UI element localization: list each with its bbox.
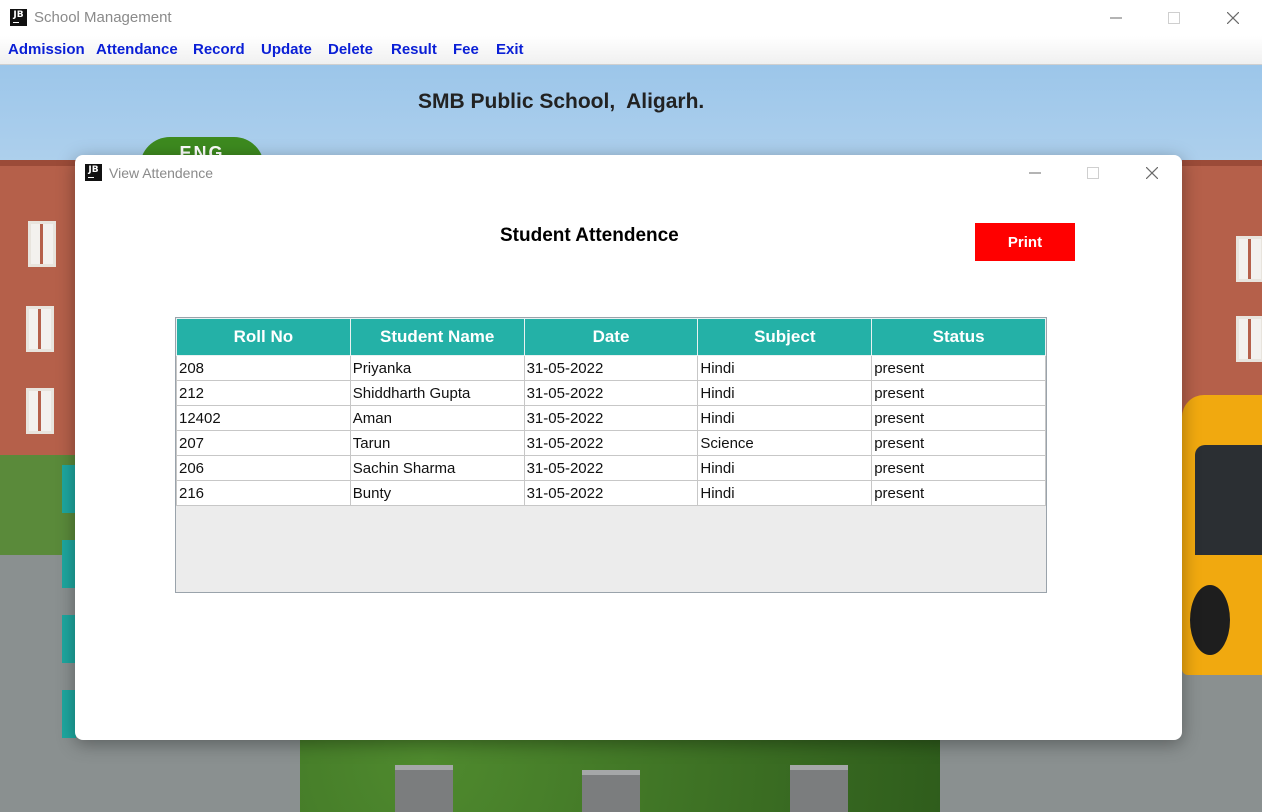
dialog-close-button[interactable] [1129, 158, 1175, 188]
cell-roll-no[interactable]: 212 [176, 380, 351, 406]
menu-fee[interactable]: Fee [453, 41, 479, 58]
minimize-button[interactable] [1093, 3, 1139, 33]
column-header-date[interactable]: Date [523, 318, 699, 356]
school-building-left [0, 160, 80, 466]
table-row[interactable]: 208 Priyanka 31-05-2022 Hindi present [176, 355, 1046, 381]
table-row[interactable]: 212 Shiddharth Gupta 31-05-2022 Hindi pr… [176, 380, 1046, 406]
cell-student-name[interactable]: Priyanka [349, 355, 525, 381]
maximize-icon [1168, 12, 1180, 24]
minimize-icon [1029, 172, 1041, 174]
bus-window [1195, 445, 1262, 555]
school-name-heading: SMB Public School, Aligarh. [418, 90, 705, 113]
cell-roll-no[interactable]: 206 [176, 455, 351, 481]
ground-light [790, 765, 848, 812]
cell-subject[interactable]: Hindi [697, 355, 873, 381]
attendance-table-panel[interactable]: Roll No Student Name Date Subject Status… [175, 317, 1047, 593]
bus-wheel [1190, 585, 1230, 655]
cell-status[interactable]: present [871, 430, 1046, 456]
cell-student-name[interactable]: Tarun [349, 430, 525, 456]
attendance-heading: Student Attendence [500, 225, 679, 246]
table-row[interactable]: 216 Bunty 31-05-2022 Hindi present [176, 480, 1046, 506]
attendance-table: Roll No Student Name Date Subject Status… [176, 318, 1046, 506]
table-row[interactable]: 206 Sachin Sharma 31-05-2022 Hindi prese… [176, 455, 1046, 481]
cell-date[interactable]: 31-05-2022 [523, 480, 699, 506]
column-header-student-name[interactable]: Student Name [349, 318, 525, 356]
cell-date[interactable]: 31-05-2022 [523, 405, 699, 431]
cell-date[interactable]: 31-05-2022 [523, 355, 699, 381]
side-button-4[interactable] [62, 690, 76, 738]
cell-status[interactable]: present [871, 405, 1046, 431]
menu-exit[interactable]: Exit [496, 41, 524, 58]
cell-roll-no[interactable]: 208 [176, 355, 351, 381]
menu-update[interactable]: Update [261, 41, 312, 58]
column-header-roll-no[interactable]: Roll No [176, 318, 351, 356]
cell-roll-no[interactable]: 12402 [176, 405, 351, 431]
side-button-2[interactable] [62, 540, 76, 588]
cell-subject[interactable]: Science [697, 430, 873, 456]
print-button[interactable]: Print [975, 223, 1075, 261]
table-row[interactable]: 207 Tarun 31-05-2022 Science present [176, 430, 1046, 456]
app-icon: JB [10, 9, 27, 26]
maximize-icon [1087, 167, 1099, 179]
dialog-minimize-button[interactable] [1012, 158, 1058, 188]
cell-status[interactable]: present [871, 380, 1046, 406]
cell-subject[interactable]: Hindi [697, 380, 873, 406]
side-button-1[interactable] [62, 465, 76, 513]
menu-record[interactable]: Record [193, 41, 245, 58]
cell-student-name[interactable]: Bunty [349, 480, 525, 506]
cell-student-name[interactable]: Shiddharth Gupta [349, 380, 525, 406]
ground-light [582, 770, 640, 812]
menu-admission[interactable]: Admission [8, 41, 85, 58]
cell-status[interactable]: present [871, 455, 1046, 481]
cell-student-name[interactable]: Sachin Sharma [349, 455, 525, 481]
close-icon [1146, 167, 1158, 179]
dialog-title: View Attendence [109, 165, 214, 181]
cell-subject[interactable]: Hindi [697, 455, 873, 481]
main-window-title: School Management [34, 9, 172, 26]
table-header-row: Roll No Student Name Date Subject Status [176, 318, 1046, 356]
side-button-3[interactable] [62, 615, 76, 663]
cell-student-name[interactable]: Aman [349, 405, 525, 431]
cell-status[interactable]: present [871, 355, 1046, 381]
maximize-button[interactable] [1151, 3, 1197, 33]
table-row[interactable]: 12402 Aman 31-05-2022 Hindi present [176, 405, 1046, 431]
ground-light [395, 765, 453, 812]
menu-result[interactable]: Result [391, 41, 437, 58]
cell-date[interactable]: 31-05-2022 [523, 455, 699, 481]
main-title-bar[interactable]: JB School Management [0, 0, 1262, 36]
cell-roll-no[interactable]: 207 [176, 430, 351, 456]
cell-subject[interactable]: Hindi [697, 405, 873, 431]
minimize-icon [1110, 17, 1122, 19]
menu-attendance[interactable]: Attendance [96, 41, 178, 58]
menu-bar: Admission Attendance Record Update Delet… [0, 36, 1262, 65]
cell-roll-no[interactable]: 216 [176, 480, 351, 506]
close-icon [1227, 12, 1239, 24]
menu-delete[interactable]: Delete [328, 41, 373, 58]
close-button[interactable] [1210, 3, 1256, 33]
cell-status[interactable]: present [871, 480, 1046, 506]
dialog-app-icon: JB [85, 164, 102, 181]
cell-date[interactable]: 31-05-2022 [523, 430, 699, 456]
cell-subject[interactable]: Hindi [697, 480, 873, 506]
dialog-maximize-button[interactable] [1070, 158, 1116, 188]
view-attendance-dialog: JB View Attendence Student Attendence Pr… [75, 155, 1182, 740]
column-header-subject[interactable]: Subject [697, 318, 873, 356]
column-header-status[interactable]: Status [871, 318, 1046, 356]
cell-date[interactable]: 31-05-2022 [523, 380, 699, 406]
